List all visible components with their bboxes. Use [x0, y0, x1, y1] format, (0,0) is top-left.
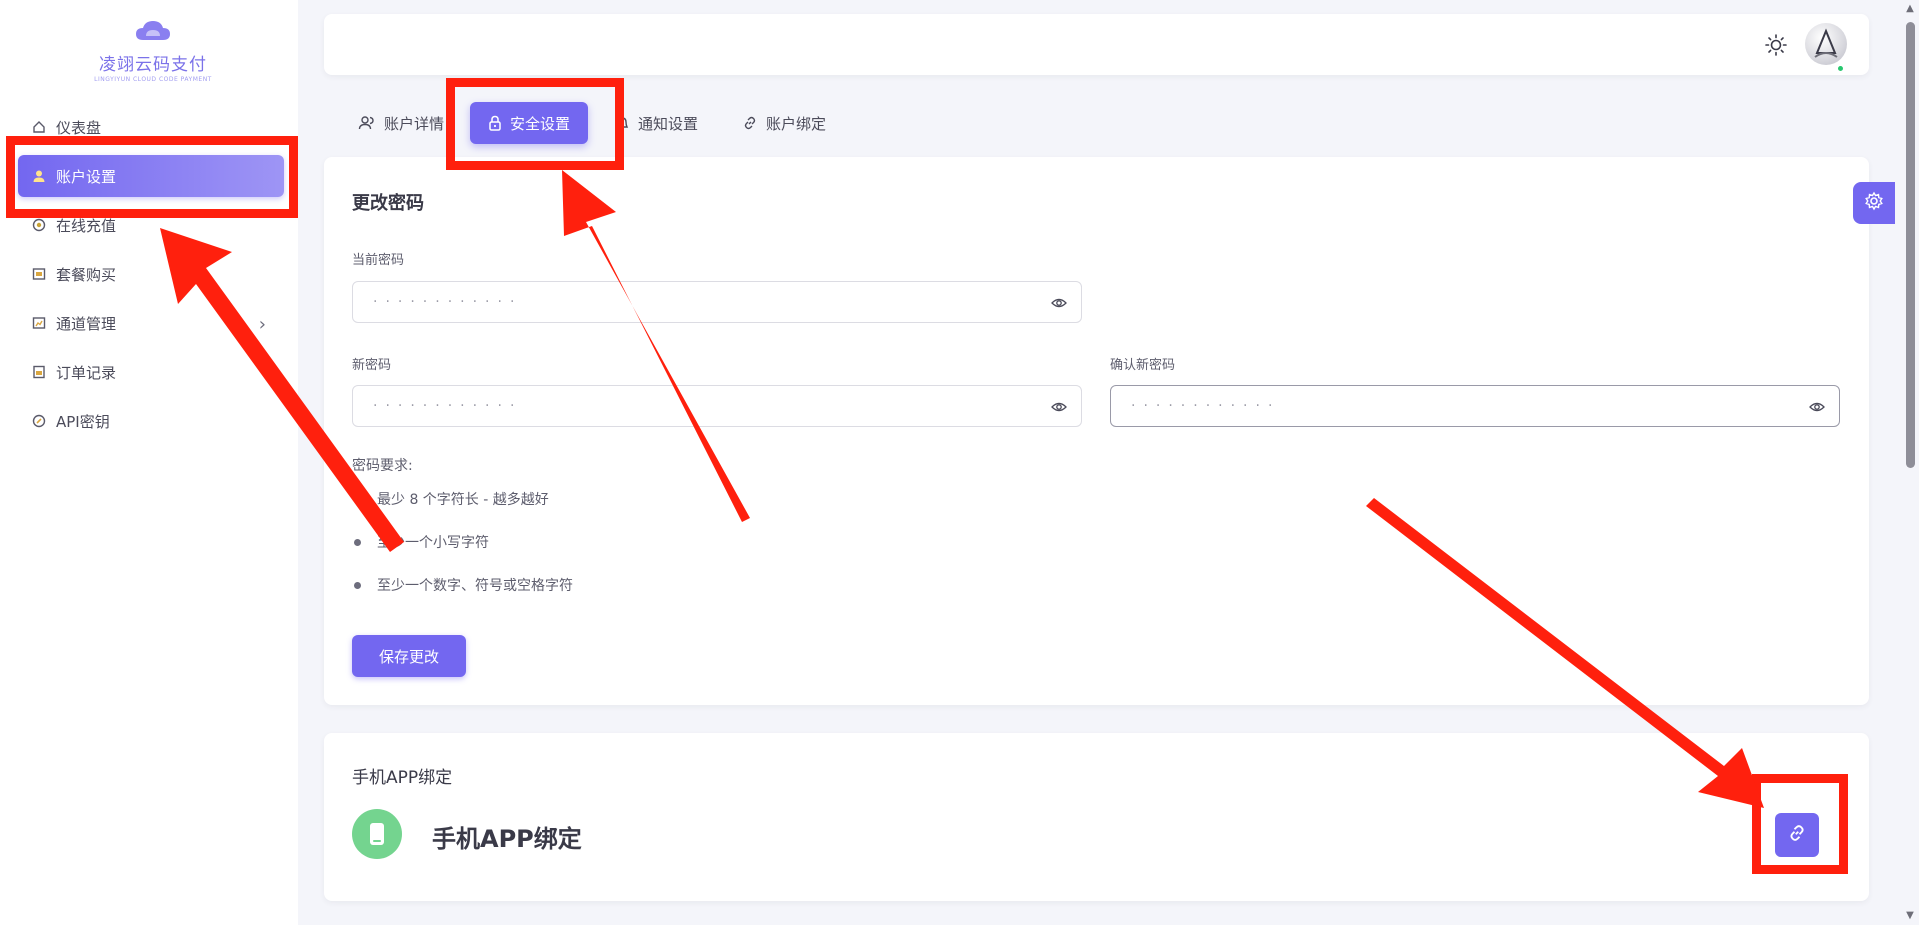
- confirm-password-label: 确认新密码: [1110, 358, 1176, 373]
- change-password-card: 更改密码 当前密码 新密码 确认新密码 密码要求: 最少 8 个字符长 - 越多…: [324, 157, 1869, 705]
- password-requirements-title: 密码要求:: [352, 458, 413, 474]
- package-icon: [32, 267, 46, 281]
- list-item: 至少一个小写字符: [352, 532, 573, 575]
- new-password-field[interactable]: [352, 385, 1082, 427]
- bullet-icon: [354, 496, 361, 503]
- requirement-text: 最少 8 个字符长 - 越多越好: [377, 492, 549, 508]
- scroll-down-icon[interactable]: ▼: [1905, 911, 1915, 921]
- sidebar-item-orders[interactable]: 订单记录: [18, 351, 284, 393]
- new-password-input[interactable]: [373, 398, 1061, 414]
- eye-icon[interactable]: [1051, 295, 1067, 314]
- tab-label: 账户详情: [384, 114, 445, 133]
- sidebar-item-label: 仪表盘: [56, 118, 102, 137]
- sidebar-item-label: 通道管理: [56, 314, 117, 333]
- home-icon: [32, 120, 46, 134]
- tab-account-binding[interactable]: 账户绑定: [724, 102, 844, 144]
- sidebar-item-api-keys[interactable]: API密钥: [18, 400, 284, 442]
- eye-icon[interactable]: [1051, 399, 1067, 418]
- brand-logo[interactable]: 凌翊云码支付 LINGYIYUN CLOUD CODE PAYMENT: [88, 18, 218, 83]
- card-title: 更改密码: [352, 193, 424, 214]
- chart-icon: [32, 316, 46, 330]
- online-status-dot: [1836, 64, 1845, 73]
- bullet-icon: [354, 539, 361, 546]
- tab-label: 通知设置: [638, 114, 699, 133]
- gear-icon: [1864, 191, 1884, 215]
- current-password-field[interactable]: [352, 281, 1082, 323]
- card-title: 手机APP绑定: [352, 768, 453, 788]
- save-changes-button[interactable]: 保存更改: [352, 635, 466, 677]
- new-password-label: 新密码: [352, 358, 392, 373]
- annotation-box-sidebar: [6, 136, 298, 218]
- scroll-up-icon[interactable]: ▲: [1905, 4, 1915, 14]
- chevron-right-icon: ›: [258, 314, 266, 335]
- page-scrollbar[interactable]: ▲ ▼: [1901, 0, 1919, 925]
- sidebar-item-label: API密钥: [56, 412, 110, 431]
- confirm-password-field[interactable]: [1110, 385, 1840, 427]
- sidebar-item-label: 订单记录: [56, 363, 117, 382]
- sidebar-item-label: 套餐购买: [56, 265, 117, 284]
- bullet-icon: [354, 582, 361, 589]
- brand-name: 凌翊云码支付: [99, 55, 207, 75]
- scrollbar-thumb[interactable]: [1906, 22, 1915, 468]
- current-password-input[interactable]: [373, 294, 1061, 310]
- avatar[interactable]: [1805, 23, 1847, 65]
- coin-icon: [32, 218, 46, 232]
- requirement-text: 至少一个数字、符号或空格字符: [377, 578, 573, 594]
- eye-icon[interactable]: [1809, 399, 1825, 418]
- theme-customizer-button[interactable]: [1853, 182, 1895, 224]
- cloud-logo-icon: [136, 21, 170, 40]
- top-navbar: [324, 14, 1869, 75]
- sun-icon[interactable]: [1763, 32, 1789, 58]
- brand-subtitle: LINGYIYUN CLOUD CODE PAYMENT: [94, 76, 212, 83]
- sidebar-item-packages[interactable]: 套餐购买: [18, 253, 284, 295]
- order-icon: [32, 365, 46, 379]
- requirement-text: 至少一个小写字符: [377, 535, 489, 551]
- link-icon: [742, 115, 758, 131]
- app-binding-name: 手机APP绑定: [432, 825, 582, 853]
- current-password-label: 当前密码: [352, 253, 405, 268]
- users-icon: [358, 115, 376, 131]
- app-binding-card: 手机APP绑定 手机APP绑定: [324, 733, 1869, 901]
- sidebar-item-channels[interactable]: 通道管理 ›: [18, 302, 284, 344]
- list-item: 最少 8 个字符长 - 越多越好: [352, 489, 573, 532]
- app-root: 凌翊云码支付 LINGYIYUN CLOUD CODE PAYMENT 仪表盘 …: [0, 0, 1919, 925]
- annotation-box-link-button: [1752, 774, 1848, 874]
- key-icon: [32, 414, 46, 428]
- tab-account-details[interactable]: 账户详情: [340, 102, 462, 144]
- tab-label: 账户绑定: [766, 114, 827, 133]
- list-item: 至少一个数字、符号或空格字符: [352, 575, 573, 618]
- mobile-phone-icon: [352, 809, 402, 859]
- password-requirements-list: 最少 8 个字符长 - 越多越好 至少一个小写字符 至少一个数字、符号或空格字符: [352, 489, 573, 618]
- annotation-box-tab: [446, 78, 624, 170]
- confirm-password-input[interactable]: [1131, 398, 1819, 414]
